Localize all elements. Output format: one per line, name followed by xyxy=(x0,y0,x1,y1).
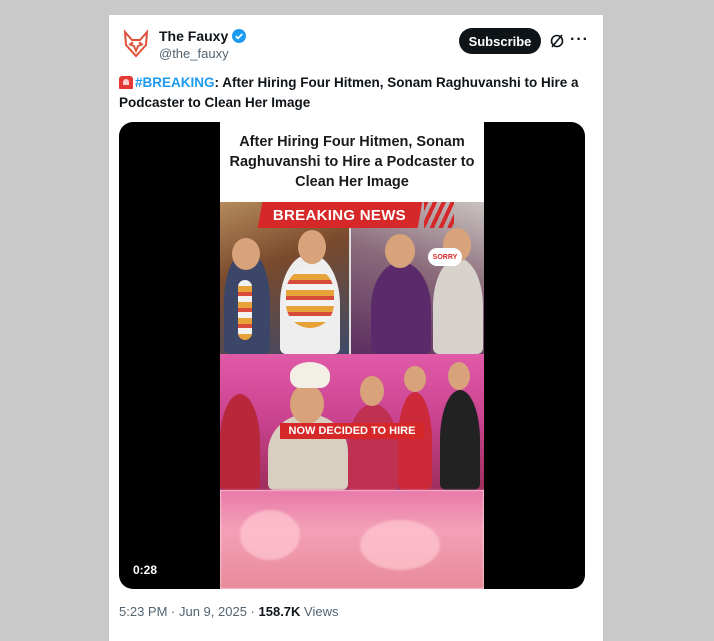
wedding-ceremony-photo xyxy=(220,354,484,490)
banner-stripes xyxy=(424,202,454,228)
siren-icon xyxy=(119,76,133,89)
grok-icon[interactable] xyxy=(549,33,565,49)
subscribe-button[interactable]: Subscribe xyxy=(459,28,541,54)
video-duration: 0:28 xyxy=(133,563,158,577)
views-label: Views xyxy=(300,604,339,619)
tweet-meta: 5:23 PM · Jun 9, 2025 · 158.7K Views xyxy=(119,604,338,619)
verified-badge-icon xyxy=(232,29,247,43)
display-name[interactable]: The Fauxy xyxy=(159,28,228,44)
tweet-text: #BREAKING: After Hiring Four Hitmen, Son… xyxy=(119,73,589,113)
fox-logo-icon[interactable] xyxy=(119,27,153,61)
sorry-badge: SORRY xyxy=(428,248,462,266)
meta-separator: · xyxy=(167,604,179,619)
tweet-header: The Fauxy @the_fauxy Subscribe ··· xyxy=(109,15,603,75)
video-frame: After Hiring Four Hitmen, Sonam Raghuvan… xyxy=(220,122,484,589)
video-headline: After Hiring Four Hitmen, Sonam Raghuvan… xyxy=(229,134,475,190)
hashtag-link[interactable]: #BREAKING xyxy=(135,75,215,90)
views-count: 158.7K xyxy=(258,604,301,619)
post-time[interactable]: 5:23 PM xyxy=(119,604,167,619)
overlay-caption: NOW DECIDED TO HIRE xyxy=(280,423,424,439)
breaking-news-banner: BREAKING NEWS xyxy=(257,202,423,228)
video-player[interactable]: After Hiring Four Hitmen, Sonam Raghuvan… xyxy=(119,122,585,589)
tweet-card: The Fauxy @the_fauxy Subscribe ··· #BREA… xyxy=(109,15,603,641)
more-icon[interactable]: ··· xyxy=(570,31,589,49)
account-handle[interactable]: @the_fauxy xyxy=(159,46,229,61)
blurred-photo xyxy=(220,490,484,589)
meta-separator-2: · xyxy=(246,604,259,619)
post-date[interactable]: Jun 9, 2025 xyxy=(179,604,247,619)
name-row: The Fauxy xyxy=(159,28,247,44)
